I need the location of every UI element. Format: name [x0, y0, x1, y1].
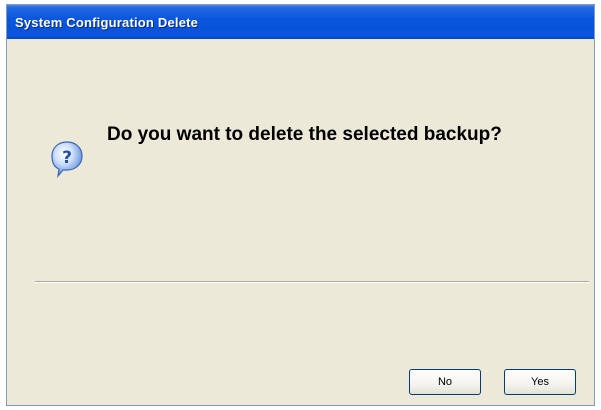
question-icon: ?	[49, 139, 85, 179]
no-button[interactable]: No	[409, 369, 481, 395]
dialog-message: Do you want to delete the selected backu…	[107, 124, 502, 145]
window-title: System Configuration Delete	[15, 14, 199, 30]
separator	[35, 281, 589, 283]
svg-text:?: ?	[62, 148, 72, 168]
title-bar[interactable]: System Configuration Delete	[7, 5, 594, 39]
yes-button[interactable]: Yes	[504, 369, 576, 395]
dialog-window: System Configuration Delete ? Do you wan…	[6, 4, 595, 406]
